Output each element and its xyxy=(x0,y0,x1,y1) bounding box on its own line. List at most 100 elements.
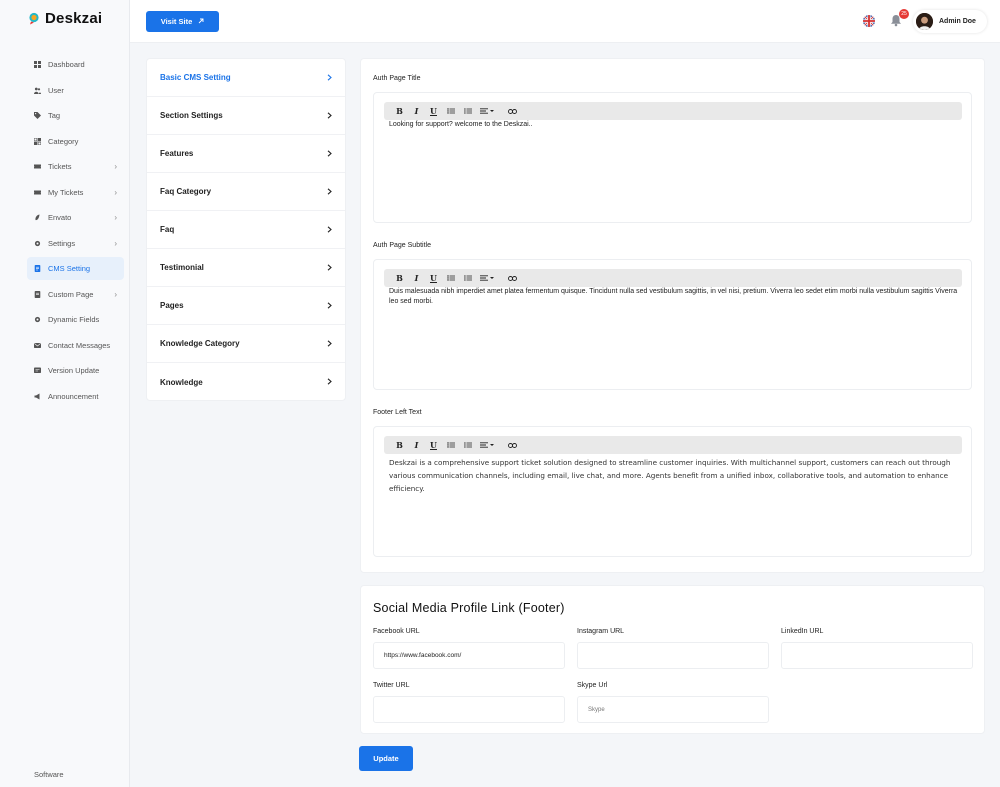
sidebar-item-envato[interactable]: Envato › xyxy=(27,206,124,229)
align-dropdown-icon[interactable] xyxy=(476,107,498,116)
chevron-right-icon: › xyxy=(114,162,117,171)
external-link-icon xyxy=(198,17,204,26)
auth-subtitle-content[interactable]: Duis malesuada nibh imperdiet amet plate… xyxy=(389,287,959,307)
user-menu[interactable]: Admin Doe xyxy=(913,10,987,33)
sidebar-item-custom-page[interactable]: Custom Page › xyxy=(27,283,124,306)
cms-menu-item-section-settings[interactable]: Section Settings xyxy=(147,97,345,135)
sidebar-item-version-update[interactable]: Version Update xyxy=(27,359,124,382)
gear-icon xyxy=(34,316,41,323)
sidebar-item-announcement[interactable]: Announcement xyxy=(27,385,124,408)
twitter-url-input[interactable] xyxy=(373,696,565,723)
linkedin-url-label: LinkedIn URL xyxy=(781,628,824,635)
sidebar-item-contact-messages[interactable]: Contact Messages xyxy=(27,334,124,357)
visit-site-label: Visit Site xyxy=(160,17,193,26)
sidebar-item-cms-setting[interactable]: CMS Setting xyxy=(27,257,124,280)
underline-button[interactable]: U xyxy=(425,106,442,116)
cms-menu-item-knowledge[interactable]: Knowledge xyxy=(147,363,345,401)
bullet-list-icon[interactable] xyxy=(442,107,459,116)
underline-button[interactable]: U xyxy=(425,273,442,283)
sidebar-nav: Dashboard User Tag Category Tickets › My Ticke… xyxy=(27,53,124,410)
cms-menu-item-faq-category[interactable]: Faq Category xyxy=(147,173,345,211)
cms-menu-item-basic-cms-setting[interactable]: Basic CMS Setting xyxy=(147,59,345,97)
link-icon[interactable] xyxy=(504,441,521,450)
sidebar-item-label: Contact Messages xyxy=(48,340,111,350)
cms-menu-item-label: Faq Category xyxy=(160,187,212,196)
sidebar-item-my-tickets[interactable]: My Tickets › xyxy=(27,181,124,204)
sidebar-item-category[interactable]: Category xyxy=(27,130,124,153)
instagram-url-label: Instagram URL xyxy=(577,628,625,635)
cms-menu-item-features[interactable]: Features xyxy=(147,135,345,173)
bold-button[interactable]: B xyxy=(391,440,408,450)
sidebar-item-user[interactable]: User xyxy=(27,79,124,102)
facebook-url-label: Facebook URL xyxy=(373,628,420,635)
skype-url-label: Skype Url xyxy=(577,682,608,689)
chevron-right-icon xyxy=(327,225,332,235)
ordered-list-icon[interactable] xyxy=(459,107,476,116)
skype-url-input[interactable]: Skype xyxy=(577,696,769,723)
linkedin-url-input[interactable] xyxy=(781,642,973,669)
category-icon xyxy=(33,137,42,145)
auth-title-content[interactable]: Looking for support? welcome to the Desk… xyxy=(389,120,959,130)
sidebar-item-label: Settings xyxy=(48,238,76,248)
cms-menu-item-knowledge-category[interactable]: Knowledge Category xyxy=(147,325,345,363)
chevron-right-icon xyxy=(327,339,332,349)
update-button[interactable]: Update xyxy=(359,746,413,771)
sidebar-item-dashboard[interactable]: Dashboard xyxy=(27,53,124,76)
bold-button[interactable]: B xyxy=(391,273,408,283)
brand-name: Deskzai xyxy=(45,10,103,27)
tag-icon xyxy=(34,112,41,119)
auth-title-editor[interactable]: B I U Looking for support? welcome to th… xyxy=(373,92,972,223)
visit-site-button[interactable]: Visit Site xyxy=(146,11,219,32)
cms-menu-item-pages[interactable]: Pages xyxy=(147,287,345,325)
sidebar-item-label: Envato xyxy=(48,213,72,222)
sidebar-item-dynamic-fields[interactable]: Dynamic Fields xyxy=(27,308,124,331)
footer-left-content[interactable]: Deskzai is a comprehensive support ticke… xyxy=(389,456,959,495)
italic-button[interactable]: I xyxy=(408,273,425,283)
italic-button[interactable]: I xyxy=(408,440,425,450)
bullet-list-icon[interactable] xyxy=(442,441,459,450)
sidebar-item-label: Custom Page xyxy=(48,289,94,299)
align-dropdown-icon[interactable] xyxy=(476,441,498,450)
cms-menu-item-faq[interactable]: Faq xyxy=(147,211,345,249)
cms-menu-item-testimonial[interactable]: Testimonial xyxy=(147,249,345,287)
cms-menu-item-label: Faq xyxy=(160,225,175,234)
bullet-list-icon[interactable] xyxy=(442,274,459,283)
users-icon xyxy=(34,87,41,94)
chevron-right-icon xyxy=(327,301,332,311)
underline-button[interactable]: U xyxy=(425,440,442,450)
chevron-right-icon: › xyxy=(114,289,117,299)
instagram-url-input[interactable] xyxy=(577,642,769,669)
cms-settings-menu: Basic CMS Setting Section Settings Feature… xyxy=(146,58,346,401)
grid-icon xyxy=(34,61,41,68)
align-dropdown-icon[interactable] xyxy=(476,274,498,283)
user-name: Admin Doe xyxy=(939,18,976,25)
link-icon[interactable] xyxy=(504,274,521,283)
editor-toolbar: B I U xyxy=(384,102,962,120)
uk-flag-icon[interactable] xyxy=(863,15,875,27)
sidebar-item-label: Tickets xyxy=(48,162,72,171)
sidebar-item-label: Category xyxy=(48,136,79,146)
editor-toolbar: B I U xyxy=(384,436,962,454)
italic-button[interactable]: I xyxy=(408,106,425,116)
ordered-list-icon[interactable] xyxy=(459,274,476,283)
ordered-list-icon[interactable] xyxy=(459,441,476,450)
sidebar-item-label: Announcement xyxy=(48,391,99,401)
chevron-right-icon: › xyxy=(114,213,117,222)
sidebar-item-tag[interactable]: Tag xyxy=(27,104,124,127)
social-section-title: Social Media Profile Link (Footer) xyxy=(373,601,565,615)
auth-subtitle-editor[interactable]: B I U Duis malesuada nibh imperdiet amet… xyxy=(373,259,972,390)
facebook-url-input[interactable]: https://www.facebook.com/ xyxy=(373,642,565,669)
footer-left-editor[interactable]: B I U Deskzai is a comprehensive support… xyxy=(373,426,972,557)
logo-icon xyxy=(28,12,41,25)
chevron-right-icon xyxy=(327,73,332,83)
bold-button[interactable]: B xyxy=(391,106,408,116)
sidebar-item-settings[interactable]: Settings › xyxy=(27,232,124,255)
link-icon[interactable] xyxy=(504,107,521,116)
ticket-icon xyxy=(34,189,41,196)
top-header: Visit Site 25 Admin Doe xyxy=(130,0,1000,43)
sidebar-item-tickets[interactable]: Tickets › xyxy=(27,155,124,178)
sidebar-item-label: My Tickets xyxy=(48,187,84,197)
brand-logo[interactable]: Deskzai xyxy=(28,10,102,27)
ticket-icon xyxy=(34,163,41,170)
avatar xyxy=(916,13,933,30)
